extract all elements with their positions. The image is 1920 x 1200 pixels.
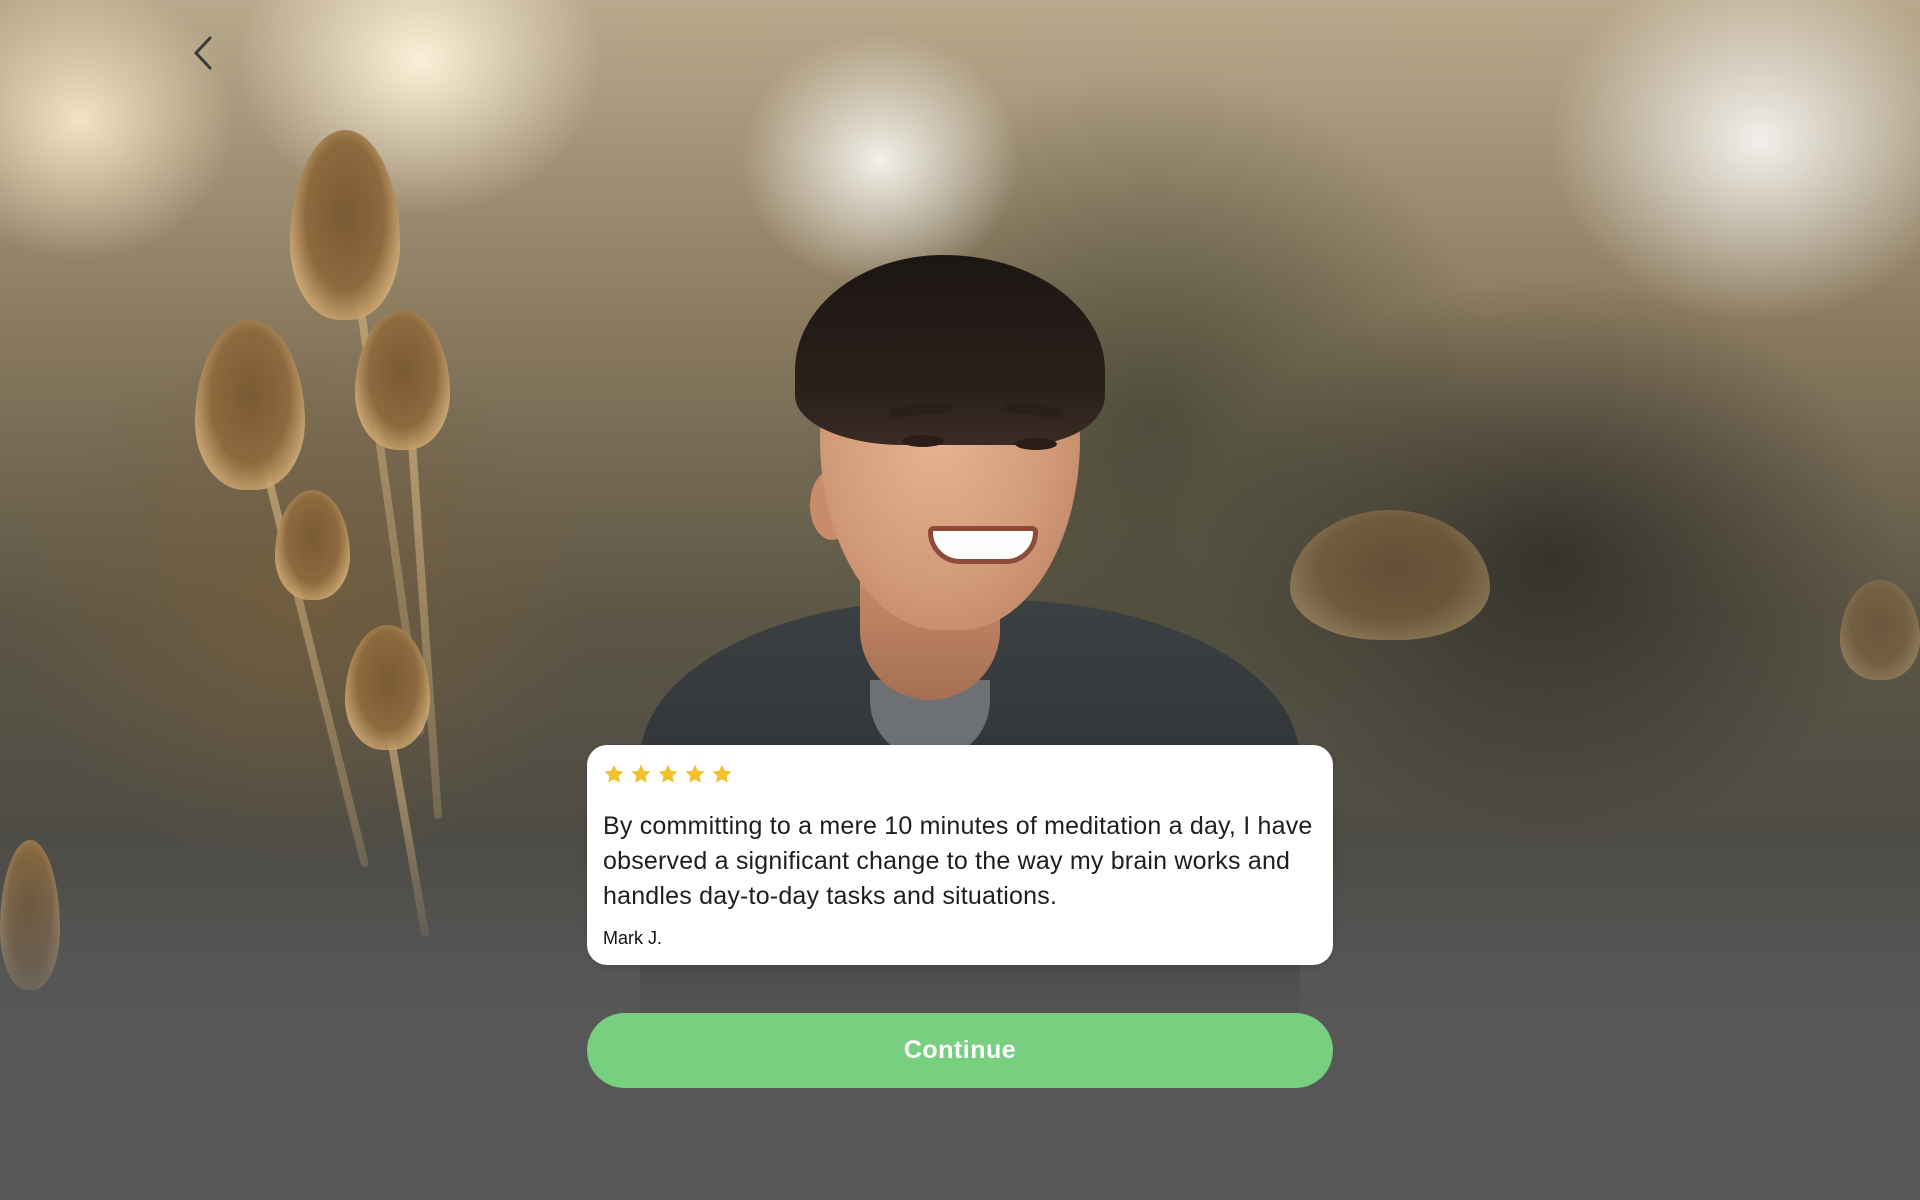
star-icon bbox=[658, 764, 678, 783]
back-button[interactable] bbox=[180, 30, 226, 76]
star-rating bbox=[603, 761, 1317, 787]
continue-button[interactable]: Continue bbox=[587, 1013, 1333, 1088]
smile bbox=[928, 526, 1038, 564]
right-eye bbox=[1015, 438, 1057, 450]
chevron-left-icon bbox=[194, 36, 212, 70]
onboarding-testimonial-screen: By committing to a mere 10 minutes of me… bbox=[0, 0, 1920, 1200]
testimonial-author: Mark J. bbox=[603, 928, 663, 948]
testimonial-text: By committing to a mere 10 minutes of me… bbox=[603, 812, 1313, 910]
left-eye bbox=[902, 435, 944, 447]
testimonial-card: By committing to a mere 10 minutes of me… bbox=[587, 745, 1333, 965]
star-icon bbox=[712, 764, 732, 783]
star-icon bbox=[604, 764, 624, 783]
star-icon bbox=[631, 764, 651, 783]
star-icon bbox=[685, 764, 705, 783]
